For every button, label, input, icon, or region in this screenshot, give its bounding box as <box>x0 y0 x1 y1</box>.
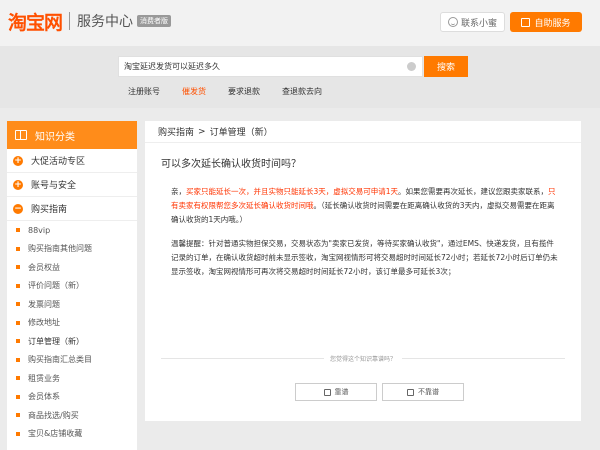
answer-body: 亲，买家只能延长一次，并且实物只能延长3天，虚拟交易可申请1天。如果您需要再次延… <box>171 185 559 279</box>
subitem-label: 租赁业务 <box>28 373 60 383</box>
contact-button[interactable]: 联系小蜜 <box>440 12 505 32</box>
answer-highlight: 买家只能延长一次，并且实物只能延长3天，虚拟交易可申请1天 <box>186 187 399 196</box>
not-helpful-button[interactable]: 不靠谱 <box>382 383 464 401</box>
subitem-label: 会员权益 <box>28 262 60 272</box>
sidebar-subitem[interactable]: 修改地址 <box>7 314 137 333</box>
category-label: 大促活动专区 <box>31 157 86 167</box>
category-label: 账号与安全 <box>31 181 77 191</box>
sidebar-subitem[interactable]: 租赁业务 <box>7 369 137 388</box>
sidebar-subitem-active[interactable]: 订单管理（新） <box>7 332 137 351</box>
reminder-paragraph: 温馨提醒：针对普通实物担保交易，交易状态为"卖家已发货，等待买家确认收货"，通过… <box>171 239 558 276</box>
category-account[interactable]: + 账号与安全 <box>7 173 137 197</box>
helpful-label: 靠谱 <box>334 388 349 396</box>
service-center-title: 服务中心 <box>77 14 134 30</box>
feedback-question-text: 您觉得这个知识靠谱吗？ <box>323 356 402 363</box>
sidebar-subitem[interactable]: 宝贝&店铺收藏 <box>7 425 137 444</box>
breadcrumb-parent[interactable]: 购买指南 <box>158 125 194 138</box>
article-panel: 购买指南 > 订单管理（新） 可以多次延长确认收货时间吗？ 亲，买家只能延长一次… <box>145 121 581 421</box>
search-area: 搜索 注册账号 催发货 要求退款 查退款去向 <box>0 46 600 108</box>
subitem-label: 发票问题 <box>28 299 60 309</box>
subitem-label: 会员体系 <box>28 392 60 402</box>
bullet-icon <box>16 320 20 325</box>
subitem-label: 购买指南其他问题 <box>28 244 92 254</box>
quick-link-refund-track[interactable]: 查退款去向 <box>282 86 322 97</box>
bullet-icon <box>16 302 20 307</box>
bullet-icon <box>16 228 20 233</box>
feedback-question: 您觉得这个知识靠谱吗？ <box>145 354 581 363</box>
self-service-button[interactable]: 自助服务 <box>510 12 582 32</box>
category-promo[interactable]: + 大促活动专区 <box>7 149 137 173</box>
subitem-label: 商品找选/购买 <box>28 410 79 420</box>
contact-label: 联系小蜜 <box>460 18 497 29</box>
subitem-label: 订单管理（新） <box>28 336 84 346</box>
sidebar-subitem[interactable]: 购买指南汇总类目 <box>7 351 137 370</box>
plus-icon: + <box>13 155 23 166</box>
search-button[interactable]: 搜索 <box>424 56 468 77</box>
answer-paragraph: 亲，买家只能延长一次，并且实物只能延长3天，虚拟交易可申请1天。如果您需要再次延… <box>171 185 559 227</box>
bullet-icon <box>16 246 20 251</box>
quick-link-urge-shipping[interactable]: 催发货 <box>182 86 206 97</box>
brand[interactable]: 淘宝网 服务中心 消费者版 <box>8 8 172 35</box>
bullet-icon <box>16 265 20 270</box>
helpful-button[interactable]: 靠谱 <box>295 383 377 401</box>
minus-icon: − <box>13 203 23 214</box>
sidebar-subitem[interactable]: 会员体系 <box>7 388 137 407</box>
thumbs-up-icon <box>323 388 331 396</box>
sidebar-subitem[interactable]: 购买指南其他问题 <box>7 240 137 259</box>
square-icon <box>521 17 531 27</box>
question-title: 可以多次延长确认收货时间吗？ <box>161 159 301 170</box>
not-helpful-label: 不靠谱 <box>418 388 439 396</box>
bullet-icon <box>16 431 20 436</box>
bullet-icon <box>16 357 20 362</box>
category-buying-guide[interactable]: − 购买指南 <box>7 197 137 221</box>
thumbs-down-icon <box>407 388 414 396</box>
answer-text: 亲， <box>171 187 186 196</box>
breadcrumb-current: 订单管理（新） <box>209 128 273 138</box>
quick-links: 注册账号 催发货 要求退款 查退款去向 <box>128 86 344 97</box>
quick-link-register[interactable]: 注册账号 <box>128 86 160 97</box>
sidebar: 知识分类 + 大促活动专区 + 账号与安全 − 购买指南 88vip 购买指南其… <box>7 121 137 450</box>
subitem-label: 评价问题（新） <box>28 281 84 291</box>
bullet-icon <box>16 283 20 288</box>
breadcrumb: 购买指南 > 订单管理（新） <box>145 121 581 143</box>
category-label: 购买指南 <box>31 205 68 215</box>
search-input[interactable] <box>119 57 399 76</box>
answer-text: 。如果您需要再次延长，建议您跟卖家联系， <box>398 187 549 196</box>
sidebar-title: 知识分类 <box>35 131 75 143</box>
bullet-icon <box>16 376 20 381</box>
smile-icon <box>447 17 458 27</box>
sidebar-header: 知识分类 <box>7 121 137 149</box>
sidebar-subitem[interactable]: 会员权益 <box>7 258 137 277</box>
clear-icon[interactable] <box>407 62 416 71</box>
subitem-label: 购买指南汇总类目 <box>28 355 92 365</box>
book-icon <box>15 130 27 140</box>
top-bar: 淘宝网 服务中心 消费者版 联系小蜜 自助服务 <box>0 0 600 46</box>
bullet-icon <box>16 394 20 399</box>
plus-icon: + <box>13 179 23 190</box>
subitem-label: 88vip <box>28 225 51 235</box>
subitem-label: 宝贝&店铺收藏 <box>28 429 83 439</box>
breadcrumb-separator: > <box>198 126 206 137</box>
search-box <box>118 56 423 77</box>
self-service-label: 自助服务 <box>534 18 571 29</box>
brand-divider <box>69 12 71 30</box>
sidebar-subitem[interactable]: 评价问题（新） <box>7 277 137 296</box>
bullet-icon <box>16 413 20 418</box>
sidebar-subitem[interactable]: 商品找选/购买 <box>7 406 137 425</box>
sidebar-subitem[interactable]: 发票问题 <box>7 295 137 314</box>
sidebar-subitem[interactable]: 88vip <box>7 221 137 240</box>
bullet-icon <box>16 339 20 344</box>
quick-link-refund[interactable]: 要求退款 <box>228 86 260 97</box>
subitem-label: 修改地址 <box>28 318 60 328</box>
consumer-edition-badge: 消费者版 <box>137 15 172 27</box>
taobao-logo[interactable]: 淘宝网 <box>8 8 63 35</box>
